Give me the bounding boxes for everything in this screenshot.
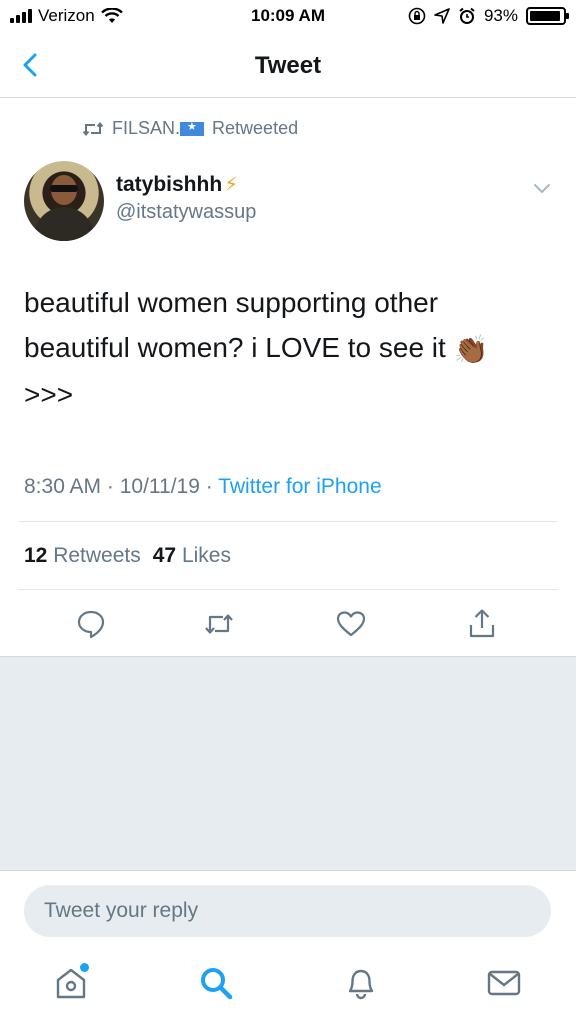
retweets-count: 12 — [24, 544, 48, 567]
search-icon[interactable] — [197, 964, 235, 1002]
location-icon — [434, 8, 450, 24]
retweet-small-icon — [82, 121, 104, 136]
navigation-bar: Tweet — [0, 34, 576, 98]
divider — [18, 589, 558, 590]
battery-icon — [526, 7, 569, 25]
retweeter-name: FILSAN. — [112, 118, 181, 138]
tweet-meta: 8:30 AM · 10/11/19 · Twitter for iPhone — [24, 475, 382, 498]
battery-percent: 93% — [483, 6, 518, 25]
tweet-actions — [0, 600, 576, 656]
somalia-flag-icon — [180, 120, 205, 137]
lightning-bolt-icon: ⚡ — [224, 174, 239, 196]
clapping-hands-icon: 👏🏾 — [453, 334, 489, 366]
screen-lock-icon — [408, 7, 426, 25]
bell-icon[interactable] — [342, 964, 380, 1002]
author-handle[interactable]: @itstatywassup — [116, 201, 256, 224]
tab-bar — [0, 950, 576, 1024]
alarm-icon — [459, 7, 475, 24]
likes-label: Likes — [181, 544, 231, 567]
tweet-text: beautiful women supporting other beautif… — [24, 280, 554, 417]
reply-bar — [0, 870, 576, 950]
status-bar: Verizon 10:09 AM 93% — [0, 0, 576, 34]
reply-input[interactable] — [24, 885, 551, 937]
tweet-text-line: beautiful women? i LOVE to see it 👏🏾 — [24, 325, 554, 372]
empty-replies-area — [0, 656, 576, 870]
retweet-icon[interactable] — [203, 608, 235, 640]
mail-icon[interactable] — [485, 964, 523, 1002]
likes-count: 47 — [152, 544, 177, 567]
retweets-stat[interactable]: 12 Retweets — [24, 544, 141, 567]
tweet-time: 8:30 AM — [24, 475, 102, 498]
chevron-down-icon[interactable] — [530, 176, 554, 200]
divider — [18, 521, 558, 522]
share-icon[interactable] — [466, 608, 498, 640]
retweeted-by-banner[interactable]: FILSAN. Retweeted — [82, 118, 298, 139]
tweet-text-line: >>> — [24, 379, 74, 411]
retweeted-label: Retweeted — [212, 118, 299, 138]
avatar[interactable] — [24, 161, 104, 241]
likes-stat[interactable]: 47 Likes — [153, 544, 231, 567]
display-name-text: tatybishhh — [116, 173, 223, 196]
author-display-name[interactable]: tatybishhh ⚡ — [116, 172, 238, 197]
tweet-stats: 12 Retweets 47 Likes — [24, 544, 231, 568]
retweets-label: Retweets — [53, 544, 141, 567]
tweet-date: 10/11/19 — [119, 475, 200, 498]
heart-icon[interactable] — [335, 608, 367, 640]
new-content-dot — [80, 963, 89, 972]
page-title: Tweet — [254, 52, 322, 79]
tweet-source-link[interactable]: Twitter for iPhone — [218, 475, 381, 498]
tweet-text-line: beautiful women supporting other — [24, 287, 439, 318]
reply-icon[interactable] — [75, 608, 107, 640]
